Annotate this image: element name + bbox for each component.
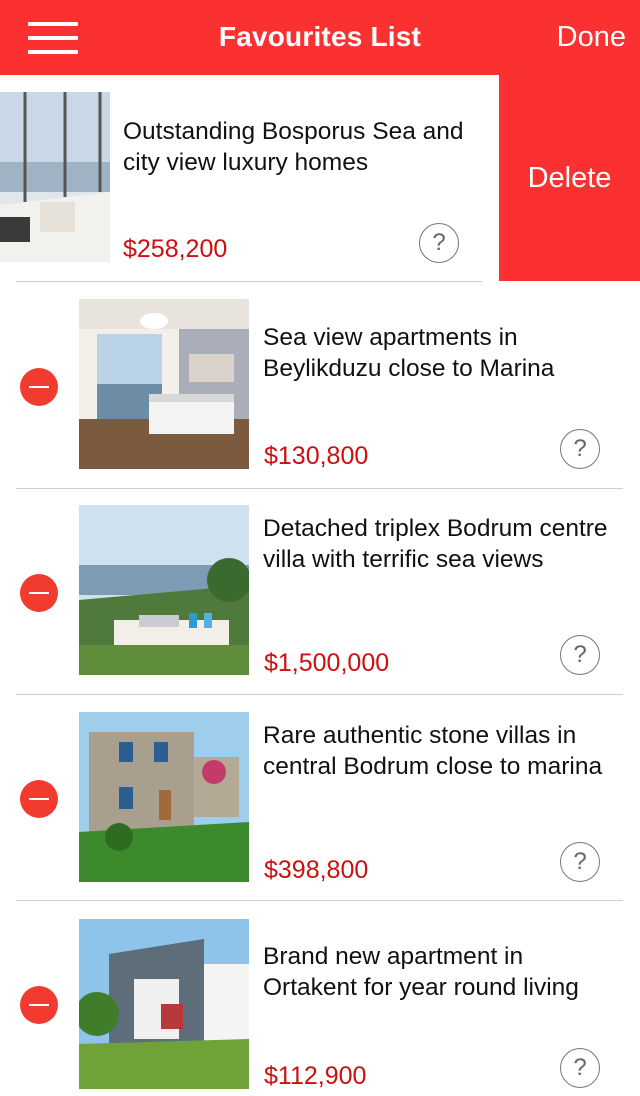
list-item[interactable]: Sea view apartments in Beylikduzu close … [0, 282, 640, 488]
listing-photo [79, 505, 249, 675]
help-icon[interactable]: ? [560, 429, 600, 469]
listing-photo [79, 712, 249, 882]
remove-item-icon[interactable] [20, 368, 58, 406]
page-title: Favourites List [218, 21, 422, 52]
listing-price: $398,800 [264, 856, 369, 884]
help-icon[interactable]: ? [560, 635, 600, 675]
listing-title: Outstanding Bosporus Sea and city view l… [123, 118, 464, 176]
list-item[interactable]: Brand new apartment in Ortakent for year… [0, 901, 640, 1096]
remove-item-icon[interactable] [20, 780, 58, 818]
help-icon[interactable]: ? [560, 1048, 600, 1088]
listing-price: $130,800 [264, 442, 369, 470]
listing-photo [79, 919, 249, 1089]
done-button[interactable]: Done [557, 21, 626, 54]
list-item-swiped[interactable]: Outstanding Bosporus Sea and city view l… [0, 75, 499, 281]
listing-title: Brand new apartment in Ortakent for year… [263, 943, 579, 1001]
listing-price: $258,200 [123, 235, 228, 263]
listing-photo [79, 299, 249, 469]
remove-item-icon[interactable] [20, 574, 58, 612]
listing-photo [0, 92, 110, 262]
listing-title: Sea view apartments in Beylikduzu close … [263, 324, 555, 382]
help-icon[interactable]: ? [419, 223, 459, 263]
list-item[interactable]: Rare authentic stone villas in central B… [0, 695, 640, 901]
list-item[interactable]: Detached triplex Bodrum centre villa wit… [0, 489, 640, 695]
help-icon[interactable]: ? [560, 842, 600, 882]
listing-price: $1,500,000 [264, 649, 390, 677]
listing-title: Detached triplex Bodrum centre villa wit… [263, 515, 608, 573]
listing-title: Rare authentic stone villas in central B… [263, 722, 603, 780]
remove-item-icon[interactable] [20, 986, 58, 1024]
delete-button[interactable]: Delete [499, 75, 640, 281]
listing-price: $112,900 [264, 1062, 367, 1090]
nav-bar: Favourites List Done [0, 0, 640, 75]
